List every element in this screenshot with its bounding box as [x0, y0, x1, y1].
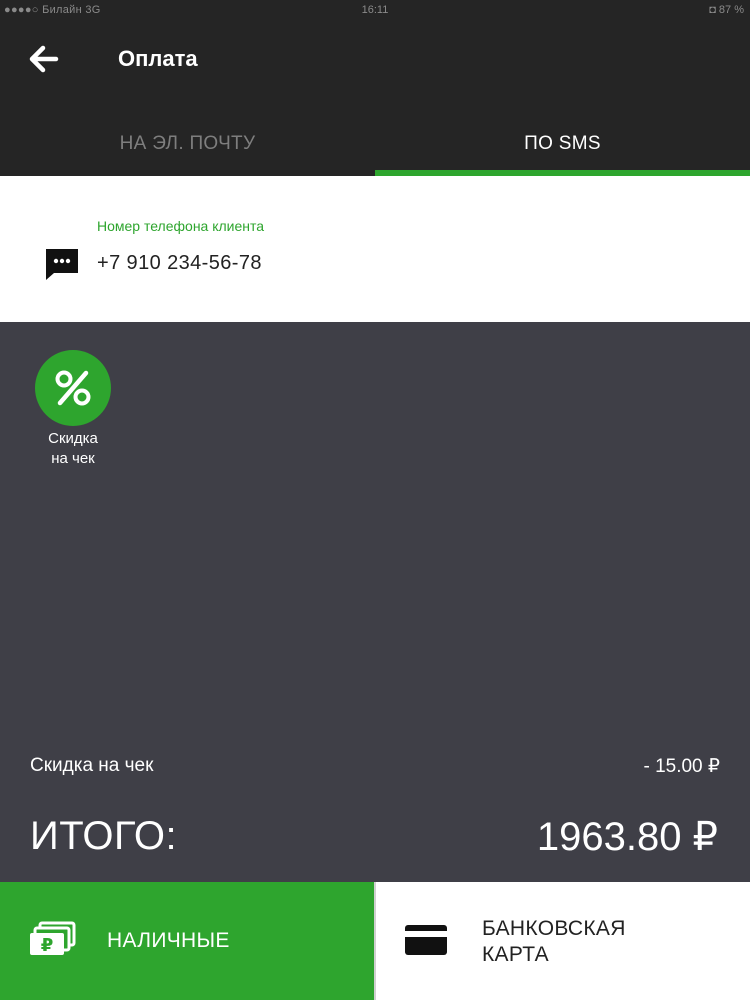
app-header: Оплата [0, 22, 750, 96]
phone-section: Номер телефона клиента +7 910 234-56-78 [0, 176, 750, 322]
svg-text:₽: ₽ [41, 935, 54, 956]
phone-field-label: Номер телефона клиента [97, 218, 265, 234]
card-payment-button[interactable]: БАНКОВСКАЯ КАРТА [376, 882, 750, 1000]
discount-button[interactable]: Скидка на чек [28, 350, 118, 469]
cash-payment-button[interactable]: ₽ НАЛИЧНЫЕ [0, 882, 374, 1000]
percent-icon [55, 370, 91, 406]
status-bar: ●●●●○ Билайн 3G 16:11 ◘ 87 % [0, 0, 750, 22]
total-label: ИТОГО: [30, 814, 178, 858]
receipt-tabs: НА ЭЛ. ПОЧТУ ПО SMS [0, 96, 750, 176]
credit-card-icon [404, 924, 448, 956]
tab-sms[interactable]: ПО SMS [375, 96, 750, 176]
status-time: 16:11 [361, 4, 389, 16]
discount-summary-label: Скидка на чек [30, 755, 154, 776]
sms-icon [44, 246, 80, 282]
discount-button-label: Скидка на чек [48, 430, 98, 467]
card-payment-label: БАНКОВСКАЯ КАРТА [482, 917, 626, 966]
discount-circle [35, 350, 111, 426]
arrow-left-icon[interactable] [26, 42, 60, 76]
phone-field[interactable]: +7 910 234-56-78 [97, 252, 262, 275]
cash-icon: ₽ [28, 920, 76, 960]
total-value: 1963.80 ₽ [536, 815, 718, 859]
cash-payment-label: НАЛИЧНЫЕ [107, 929, 230, 952]
tab-email[interactable]: НА ЭЛ. ПОЧТУ [0, 96, 375, 176]
battery-indicator: ◘ 87 % [709, 4, 744, 16]
page-title: Оплата [118, 46, 198, 71]
discount-summary-value: - 15.00 ₽ [643, 756, 720, 777]
